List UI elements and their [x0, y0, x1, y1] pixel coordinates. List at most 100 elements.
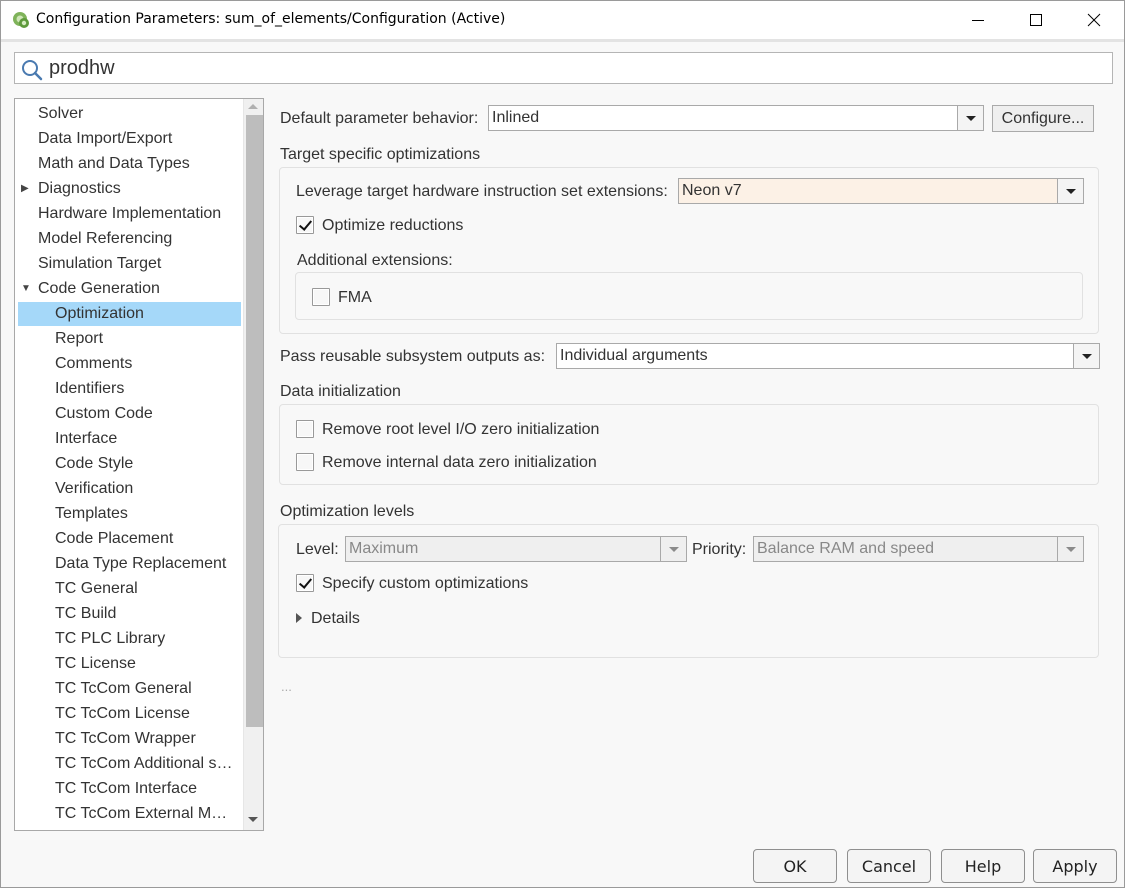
close-button[interactable] [1065, 1, 1123, 39]
tree-item-label: TC TcCom License [55, 705, 190, 722]
tree-item[interactable]: TC TcCom Additional s… [18, 752, 241, 776]
default-param-behavior-dropdown[interactable]: Inlined [488, 105, 984, 131]
cancel-button[interactable]: Cancel [847, 849, 931, 883]
tree-item-label: Report [55, 330, 104, 347]
window-title: Configuration Parameters: sum_of_element… [36, 11, 506, 27]
tree-item[interactable]: TC License [18, 652, 241, 676]
chevron-down-icon[interactable] [1073, 344, 1099, 368]
tree-item-label: Hardware Implementation [38, 205, 222, 222]
fma-checkbox[interactable] [312, 288, 330, 306]
tree-item-label: Solver [38, 105, 84, 122]
leverage-extensions-dropdown[interactable]: Neon v7 [678, 178, 1084, 204]
pass-reusable-dropdown[interactable]: Individual arguments [556, 343, 1100, 369]
tree-item[interactable]: Math and Data Types [18, 152, 241, 176]
expand-details-icon[interactable] [296, 613, 302, 623]
tree-item[interactable]: TC TcCom Interface [18, 777, 241, 801]
tree-item[interactable]: Optimization [18, 302, 241, 326]
tree-item-label: Verification [55, 480, 134, 497]
tree-item[interactable]: Data Import/Export [18, 127, 241, 151]
details-toggle[interactable]: Details [311, 610, 360, 628]
search-box[interactable] [14, 52, 1113, 84]
tree-scrollbar[interactable] [243, 99, 263, 830]
tree-item-label: Code Placement [55, 530, 174, 547]
custom-optimizations-label: Specify custom optimizations [322, 575, 529, 592]
ok-button[interactable]: OK [753, 849, 837, 883]
opt-levels-heading: Optimization levels [280, 503, 415, 520]
remove-internal-data-checkbox[interactable] [296, 453, 314, 471]
level-value: Maximum [349, 540, 419, 557]
scroll-down-arrow-icon[interactable] [248, 817, 258, 822]
title-separator [1, 39, 1124, 42]
tree-item-label: Model Referencing [38, 230, 173, 247]
tree-item[interactable]: Comments [18, 352, 241, 376]
tree-item[interactable]: TC Build [18, 602, 241, 626]
tree-item-label: TC Build [55, 605, 117, 622]
chevron-down-icon[interactable] [1057, 179, 1083, 203]
tree-expanded-icon[interactable]: ▼ [21, 277, 31, 301]
tree-item-label: Comments [55, 355, 133, 372]
remove-root-io-label: Remove root level I/O zero initializatio… [322, 421, 600, 438]
data-init-heading: Data initialization [280, 383, 401, 400]
tree-collapsed-icon[interactable]: ▶ [21, 177, 29, 201]
apply-button[interactable]: Apply [1033, 849, 1117, 883]
fma-label: FMA [338, 289, 372, 306]
tree-item[interactable]: Data Type Replacement [18, 552, 241, 576]
tree-item[interactable]: Report [18, 327, 241, 351]
tree-item[interactable]: Hardware Implementation [18, 202, 241, 226]
tree-item[interactable]: Verification [18, 477, 241, 501]
tree-item[interactable]: Code Style [18, 452, 241, 476]
target-specific-heading: Target specific optimizations [280, 146, 481, 163]
tree-item[interactable]: Templates [18, 502, 241, 526]
priority-label: Priority: [692, 541, 747, 558]
tree-item-label: Optimization [55, 305, 144, 322]
custom-optimizations-checkbox[interactable] [296, 574, 314, 592]
pass-reusable-label: Pass reusable subsystem outputs as: [280, 348, 546, 365]
chevron-down-icon[interactable] [957, 106, 983, 130]
priority-value: Balance RAM and speed [757, 540, 934, 557]
tree-item-label: TC TcCom Wrapper [55, 730, 196, 747]
tree-item[interactable]: Interface [18, 427, 241, 451]
help-button[interactable]: Help [941, 849, 1025, 883]
tree-item-label: TC License [55, 655, 136, 672]
tree-item[interactable]: Simulation Target [18, 252, 241, 276]
tree-item[interactable]: TC General [18, 577, 241, 601]
more-ellipsis[interactable]: ... [281, 679, 292, 694]
scroll-up-arrow-icon[interactable] [248, 104, 258, 109]
level-dropdown[interactable]: Maximum [345, 536, 687, 562]
tree-item-label: TC TcCom Additional s… [55, 755, 233, 772]
simulink-config-gear-icon [13, 12, 29, 28]
search-icon [22, 60, 43, 81]
configure-button[interactable]: Configure... [992, 105, 1094, 132]
tree-item[interactable]: TC TcCom Wrapper [18, 727, 241, 751]
tree-item-label: Diagnostics [38, 180, 121, 197]
config-params-window: Configuration Parameters: sum_of_element… [0, 0, 1125, 888]
leverage-extensions-label: Leverage target hardware instruction set… [296, 183, 668, 200]
remove-root-io-checkbox[interactable] [296, 420, 314, 438]
tree-item[interactable]: Solver [18, 102, 241, 126]
tree-item[interactable]: ▼ Code Generation [18, 277, 241, 301]
tree-item[interactable]: Identifiers [18, 377, 241, 401]
search-input[interactable] [47, 55, 1097, 81]
pass-reusable-value: Individual arguments [560, 347, 708, 364]
close-icon [1087, 13, 1101, 27]
tree-item[interactable]: TC TcCom License [18, 702, 241, 726]
priority-dropdown[interactable]: Balance RAM and speed [753, 536, 1084, 562]
maximize-icon [1030, 14, 1042, 26]
category-tree[interactable]: Solver Data Import/Export Math and Data Ty… [14, 98, 264, 831]
maximize-button[interactable] [1007, 1, 1065, 39]
chevron-down-icon[interactable] [660, 537, 686, 561]
tree-item[interactable]: Custom Code [18, 402, 241, 426]
remove-internal-data-label: Remove internal data zero initialization [322, 454, 597, 471]
tree-item-label: Simulation Target [38, 255, 162, 272]
optimize-reductions-checkbox[interactable] [296, 216, 314, 234]
tree-item[interactable]: TC PLC Library [18, 627, 241, 651]
minimize-button[interactable] [949, 1, 1007, 39]
tree-item[interactable]: TC TcCom General [18, 677, 241, 701]
tree-item-label: Templates [55, 505, 128, 522]
tree-item[interactable]: Code Placement [18, 527, 241, 551]
chevron-down-icon[interactable] [1057, 537, 1083, 561]
tree-item[interactable]: Model Referencing [18, 227, 241, 251]
tree-item[interactable]: ▶ Diagnostics [18, 177, 241, 201]
scrollbar-thumb[interactable] [246, 115, 263, 727]
tree-item[interactable]: TC TcCom External M… [18, 802, 241, 826]
